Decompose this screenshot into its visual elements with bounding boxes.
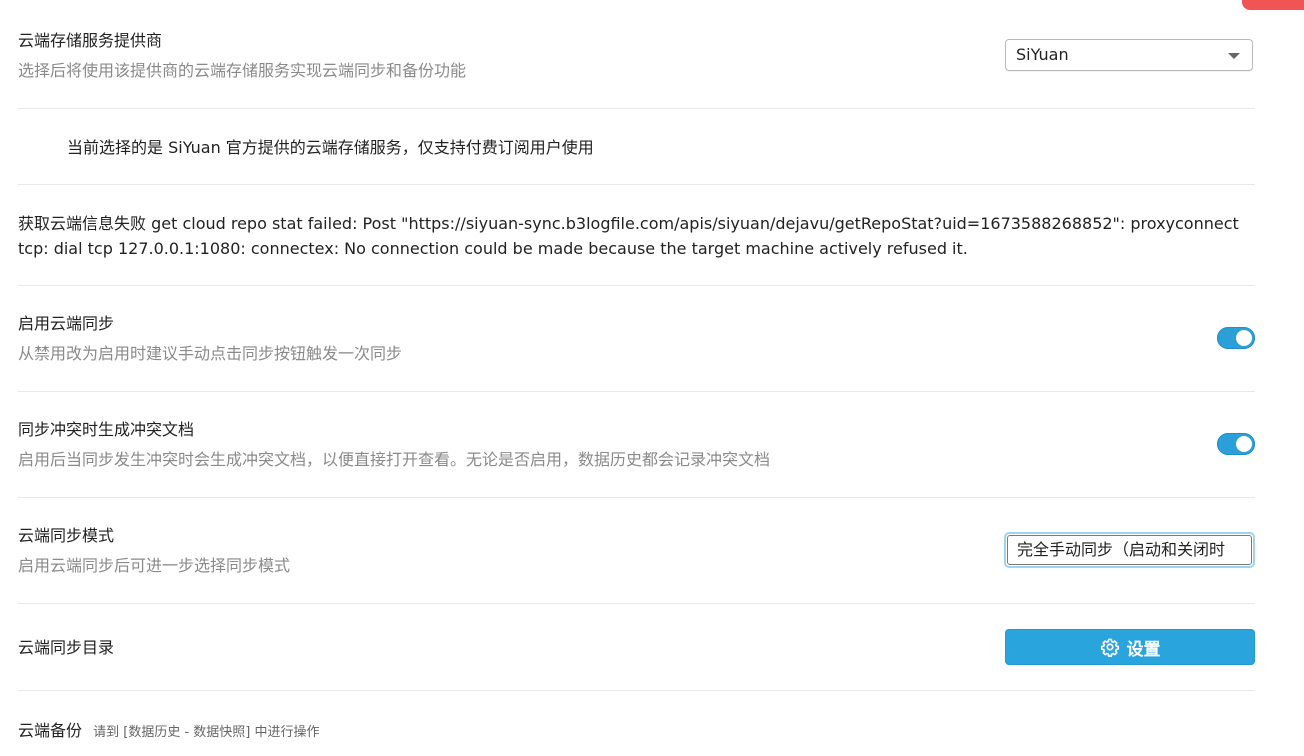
error-message: 获取云端信息失败 get cloud repo stat failed: Pos… — [18, 214, 1239, 258]
divider — [18, 690, 1255, 691]
toggle-knob — [1236, 436, 1252, 452]
conflict-doc-toggle[interactable] — [1217, 433, 1255, 455]
provider-select-value: SiYuan — [1016, 45, 1069, 64]
backup-section: 云端备份 请到 [数据历史 - 数据快照] 中进行操作 — [18, 717, 319, 741]
divider — [18, 184, 1255, 185]
gear-icon — [1100, 637, 1120, 657]
provider-select[interactable]: SiYuan — [1005, 39, 1253, 71]
provider-note: 当前选择的是 SiYuan 官方提供的云端存储服务，仅支持付费订阅用户使用 — [67, 138, 594, 157]
conflict-doc-title: 同步冲突时生成冲突文档 — [18, 420, 195, 439]
sync-mode-select-value: 完全手动同步（启动和关闭时 — [1007, 535, 1252, 565]
enable-sync-section: 启用云端同步 从禁用改为启用时建议手动点击同步按钮触发一次同步 — [18, 312, 1255, 366]
divider — [18, 391, 1255, 392]
toggle-knob — [1236, 330, 1252, 346]
backup-title: 云端备份 — [18, 721, 83, 740]
divider — [18, 497, 1255, 498]
backup-hint: 请到 [数据历史 - 数据快照] 中进行操作 — [93, 725, 320, 740]
conflict-doc-description: 启用后当同步发生冲突时会生成冲突文档，以便直接打开查看。无论是否启用，数据历史都… — [18, 450, 771, 469]
enable-sync-title: 启用云端同步 — [18, 314, 115, 333]
chevron-down-icon — [1228, 53, 1240, 59]
divider — [18, 108, 1255, 109]
divider — [18, 285, 1255, 286]
corner-tab[interactable] — [1242, 0, 1304, 10]
enable-sync-description: 从禁用改为启用时建议手动点击同步按钮触发一次同步 — [18, 344, 403, 363]
cloud-settings-page: 云端存储服务提供商 选择后将使用该提供商的云端存储服务实现云端同步和备份功能 S… — [0, 0, 1304, 756]
sync-dir-settings-button[interactable]: 设置 — [1005, 629, 1255, 665]
sync-dir-button-label: 设置 — [1126, 639, 1161, 660]
sync-mode-select[interactable]: 完全手动同步（启动和关闭时 — [1004, 532, 1255, 568]
enable-sync-toggle[interactable] — [1217, 327, 1255, 349]
divider — [18, 603, 1255, 604]
conflict-doc-section: 同步冲突时生成冲突文档 启用后当同步发生冲突时会生成冲突文档，以便直接打开查看。… — [18, 418, 1255, 472]
